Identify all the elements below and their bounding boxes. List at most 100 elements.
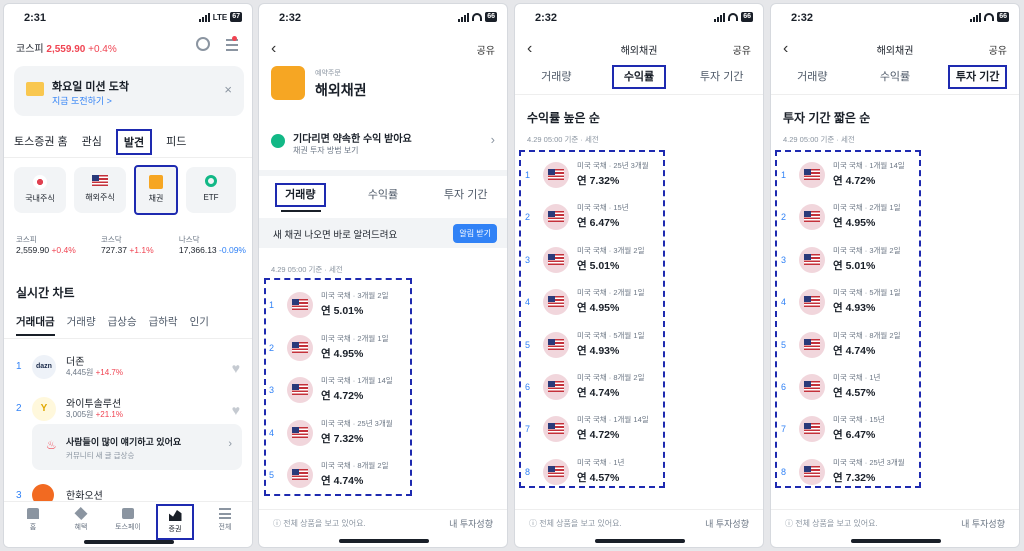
shopping-bag-icon [122, 508, 134, 519]
bond-row[interactable]: 7 미국 국채 · 1개월 14일 연 4.72% [515, 410, 763, 452]
sort-heading: 수익률 높은 순 [527, 111, 600, 125]
bond-row[interactable]: 5 미국 국채 · 8개월 2일 연 4.74% [259, 456, 507, 498]
back-icon[interactable]: ‹ [271, 40, 276, 58]
banner-subtitle: 채권 투자 방법 보기 [293, 146, 359, 155]
kospi-ticker[interactable]: 코스피 2,559.90 +0.4% [16, 40, 117, 55]
category-bonds[interactable]: 채권 [134, 165, 178, 215]
bond-row[interactable]: 2 미국 국채 · 2개월 1일 연 4.95% [259, 329, 507, 371]
bond-rank: 3 [269, 385, 275, 395]
sort-tabs: 거래량 수익률 투자 기간 [771, 64, 1019, 90]
menu-icon [219, 508, 231, 519]
bond-description: 미국 국채 · 5개월 1일 [577, 330, 645, 340]
tab-volume[interactable]: 거래량 [771, 64, 854, 90]
share-button[interactable]: 공유 [989, 42, 1007, 57]
tab-yield[interactable]: 수익률 [598, 64, 681, 90]
share-button[interactable]: 공유 [477, 42, 495, 57]
bond-row[interactable]: 1 미국 국채 · 3개월 2일 연 5.01% [259, 286, 507, 328]
bond-row[interactable]: 2 미국 국채 · 2개월 1일 연 4.95% [771, 198, 1019, 240]
chart-tab-volume[interactable]: 거래량 [67, 314, 96, 336]
chevron-right-icon: › [228, 438, 232, 450]
menu-icon[interactable] [226, 39, 238, 51]
search-icon[interactable] [196, 37, 210, 51]
my-investment-profile-button[interactable]: 내 투자성향 [449, 517, 493, 530]
stock-name: 더존 [66, 357, 85, 368]
bond-row[interactable]: 2 미국 국채 · 15년 연 6.47% [515, 198, 763, 240]
bond-row[interactable]: 3 미국 국채 · 1개월 14일 연 4.72% [259, 371, 507, 413]
main-tabs: 토스증권 홈 관심 발견 피드 [14, 129, 186, 155]
bond-row[interactable]: 4 미국 국채 · 5개월 1일 연 4.93% [771, 283, 1019, 325]
bond-row[interactable]: 6 미국 국채 · 1년 연 4.57% [771, 368, 1019, 410]
category-label: 해외주식 [85, 193, 115, 202]
status-bar: 2:32 66 [515, 4, 763, 34]
nav-home[interactable]: 홈 [18, 508, 48, 532]
community-promo[interactable]: ♨ 사람들이 많이 얘기하고 있어요 커뮤니티 새 글 급상승 › [32, 424, 242, 470]
bond-yield: 연 5.01% [321, 305, 364, 317]
bond-rank: 3 [781, 254, 787, 265]
mission-banner[interactable]: 화요일 미션 도착 지금 도전하기 > × [14, 66, 244, 116]
bond-row[interactable]: 5 미국 국채 · 8개월 2일 연 4.74% [771, 326, 1019, 368]
us-flag-icon [543, 374, 569, 400]
chart-tab-trade-value[interactable]: 거래대금 [16, 314, 55, 336]
mission-link[interactable]: 지금 도전하기 > [52, 94, 112, 107]
heart-icon[interactable]: ♥ [232, 360, 240, 376]
tab-duration[interactable]: 투자 기간 [680, 64, 763, 90]
us-flag-icon [287, 377, 313, 403]
bond-row[interactable]: 5 미국 국채 · 5개월 1일 연 4.93% [515, 326, 763, 368]
my-investment-profile-button[interactable]: 내 투자성향 [961, 517, 1005, 530]
nav-tosspay[interactable]: 토스페이 [110, 508, 146, 532]
category-etf[interactable]: ETF [186, 167, 236, 213]
korea-flag-icon [33, 175, 47, 189]
tab-volume[interactable]: 거래량 [259, 182, 342, 208]
tab-discover[interactable]: 발견 [115, 129, 153, 155]
bond-description: 미국 국채 · 2개월 1일 [321, 333, 389, 343]
category-overseas-stocks[interactable]: 해외주식 [74, 167, 126, 213]
battery-icon: 66 [741, 12, 753, 22]
nav-all[interactable]: 전체 [210, 508, 240, 532]
index-nasdaq[interactable]: 나스닥 17,366.13 -0.09% [179, 234, 246, 255]
chart-tab-popular[interactable]: 인기 [190, 314, 209, 336]
bond-row[interactable]: 3 미국 국채 · 3개월 2일 연 5.01% [515, 241, 763, 283]
chart-tab-plunge[interactable]: 급하락 [149, 314, 178, 336]
category-label: 채권 [148, 194, 164, 203]
bond-row[interactable]: 1 미국 국채 · 25년 3개월 연 7.32% [515, 156, 763, 198]
bond-row[interactable]: 7 미국 국채 · 15년 연 6.47% [771, 410, 1019, 452]
discover-screen: 2:31 LTE 67 코스피 2,559.90 +0.4% 화요일 미션 도착… [3, 3, 253, 548]
divider [4, 157, 252, 158]
tab-volume[interactable]: 거래량 [515, 64, 598, 90]
tab-duration[interactable]: 투자 기간 [424, 182, 507, 208]
bond-row[interactable]: 1 미국 국채 · 1개월 14일 연 4.72% [771, 156, 1019, 198]
tab-yield[interactable]: 수익률 [854, 64, 937, 90]
nav-benefits[interactable]: 혜택 [66, 506, 96, 532]
index-kospi[interactable]: 코스피 2,559.90 +0.4% [16, 234, 76, 255]
tab-toss-home[interactable]: 토스증권 홈 [14, 129, 68, 155]
index-kosdaq[interactable]: 코스닥 727.37 +1.1% [101, 234, 154, 255]
bond-row[interactable]: 8 미국 국채 · 25년 3개월 연 7.32% [771, 453, 1019, 495]
bond-row[interactable]: 6 미국 국채 · 8개월 2일 연 4.74% [515, 368, 763, 410]
bond-rank: 4 [781, 297, 787, 308]
tab-duration[interactable]: 투자 기간 [936, 64, 1019, 90]
category-domestic-stocks[interactable]: 국내주식 [14, 167, 66, 213]
heart-icon[interactable]: ♥ [232, 402, 240, 418]
bond-icon [149, 175, 163, 189]
tab-yield[interactable]: 수익률 [342, 182, 425, 208]
bond-row[interactable]: 4 미국 국채 · 25년 3개월 연 7.32% [259, 414, 507, 456]
my-investment-profile-button[interactable]: 내 투자성향 [705, 517, 749, 530]
bond-row[interactable]: 4 미국 국채 · 2개월 1일 연 4.95% [515, 283, 763, 325]
sort-heading: 투자 기간 짧은 순 [783, 111, 871, 125]
stock-row[interactable]: 2 Y 와이투솔루션 3,005원 +21.1% ♥ [4, 392, 252, 426]
info-banner[interactable]: 기다리면 약속한 수익 받아요 채권 투자 방법 보기 › [259, 122, 507, 166]
tab-watchlist[interactable]: 관심 [82, 129, 102, 155]
bond-row[interactable]: 8 미국 국채 · 1년 연 4.57% [515, 453, 763, 495]
chart-tab-surge[interactable]: 급상승 [108, 314, 137, 336]
stock-change: +21.1% [95, 410, 123, 419]
bond-row[interactable]: 3 미국 국채 · 3개월 2일 연 5.01% [771, 241, 1019, 283]
bond-yield: 연 4.95% [321, 347, 364, 360]
stock-row[interactable]: 1 dazn 더존 4,445원 +14.7% ♥ [4, 350, 252, 384]
tab-feed[interactable]: 피드 [166, 129, 186, 155]
share-button[interactable]: 공유 [733, 42, 751, 57]
nav-securities[interactable]: 증권 [156, 504, 194, 540]
us-flag-icon [543, 331, 569, 358]
notify-button[interactable]: 알림 받기 [453, 224, 497, 243]
close-icon[interactable]: × [224, 82, 232, 97]
us-flag-icon [799, 246, 825, 273]
